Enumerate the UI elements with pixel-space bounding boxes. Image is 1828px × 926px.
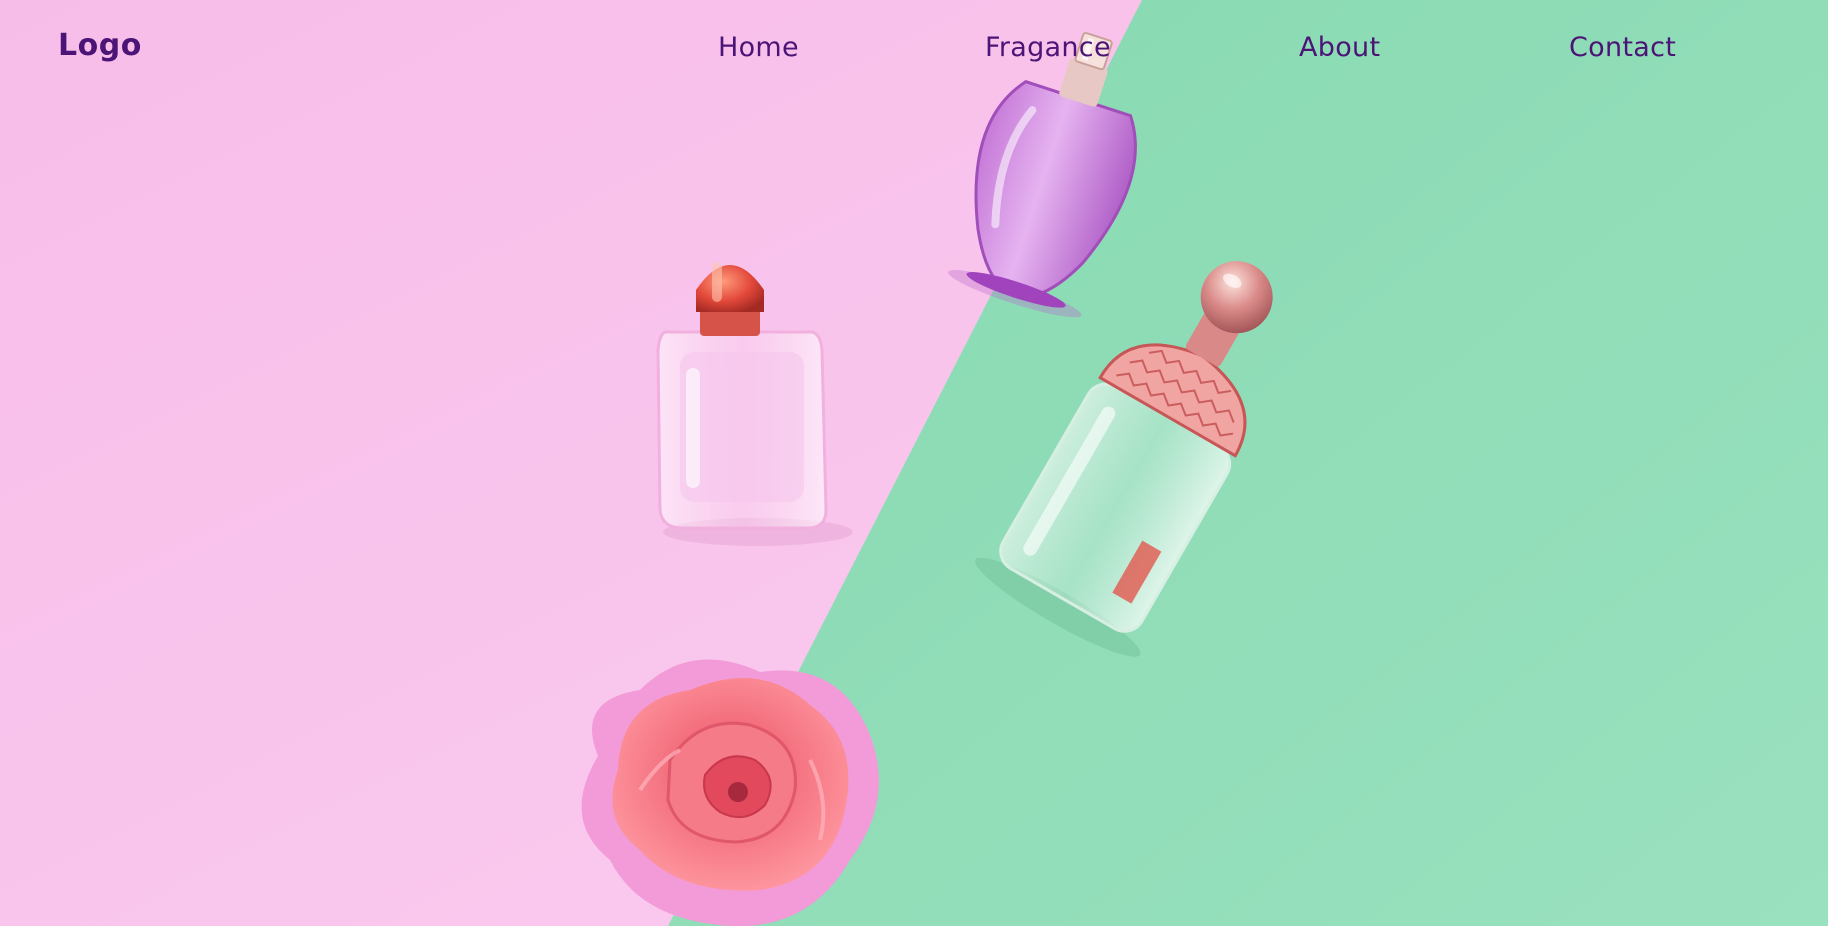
top-navigation: Logo Home Fragance About Contact (0, 0, 1828, 100)
logo[interactable]: Logo (58, 28, 142, 63)
hero-section: Logo Home Fragance About Contact (0, 0, 1828, 926)
nav-link-about[interactable]: About (1299, 32, 1380, 63)
nav-link-contact[interactable]: Contact (1569, 32, 1676, 63)
hero-image (0, 0, 1828, 926)
nav-link-fragance[interactable]: Fragance (985, 32, 1111, 63)
nav-link-home[interactable]: Home (718, 32, 799, 63)
